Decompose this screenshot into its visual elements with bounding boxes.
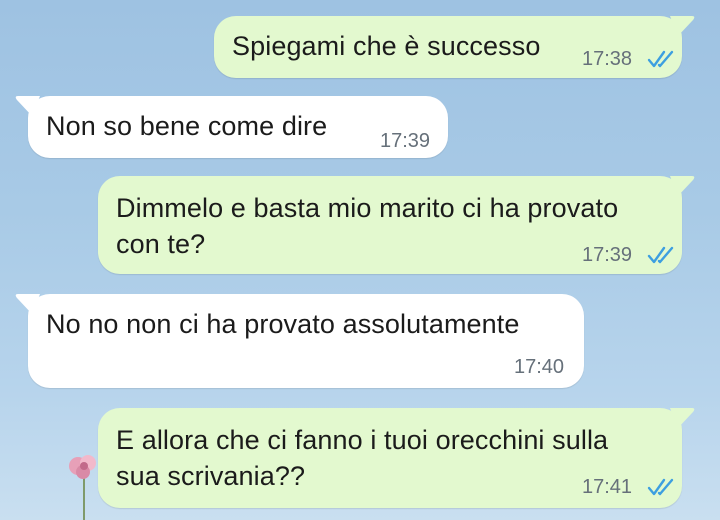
message-bubble-incoming[interactable]: No no non ci ha provato assolutamente 17… [15, 294, 584, 388]
message-time: 17:40 [514, 356, 565, 378]
message-text-line-2: con te? [116, 229, 206, 259]
bubble-tail [15, 96, 40, 116]
message-bubble-outgoing[interactable]: Spiegami che è successo 17:38 [214, 16, 695, 78]
message-time: 17:38 [582, 48, 633, 70]
message-text: Spiegami che è successo [232, 31, 541, 61]
double-check-icon [647, 478, 674, 496]
message-time: 17:39 [582, 244, 633, 266]
message-bubble-outgoing[interactable]: E allora che ci fanno i tuoi orecchini s… [98, 408, 695, 508]
message-text-line-2: sua scrivania?? [116, 461, 306, 491]
message-text: Non so bene come dire [46, 111, 328, 141]
bubble-tail [670, 16, 695, 36]
message-bubble-incoming[interactable]: Non so bene come dire 17:39 [15, 96, 448, 158]
message-time: 17:39 [380, 130, 431, 152]
chat-area: Spiegami che è successo 17:38 Non so ben… [0, 0, 720, 520]
bubble-tail [670, 408, 695, 428]
double-check-icon [647, 50, 674, 68]
bubble-tail [670, 176, 695, 196]
message-bubble-outgoing[interactable]: Dimmelo e basta mio marito ci ha provato… [98, 176, 695, 274]
message-text-line-1: E allora che ci fanno i tuoi orecchini s… [116, 425, 609, 455]
message-text-line-1: Dimmelo e basta mio marito ci ha provato [116, 193, 619, 223]
wallpaper-flower-decoration [69, 455, 96, 520]
message-time: 17:41 [582, 476, 633, 498]
message-text: No no non ci ha provato assolutamente [46, 309, 520, 339]
bubble-tail [15, 294, 40, 314]
double-check-icon [647, 246, 674, 264]
